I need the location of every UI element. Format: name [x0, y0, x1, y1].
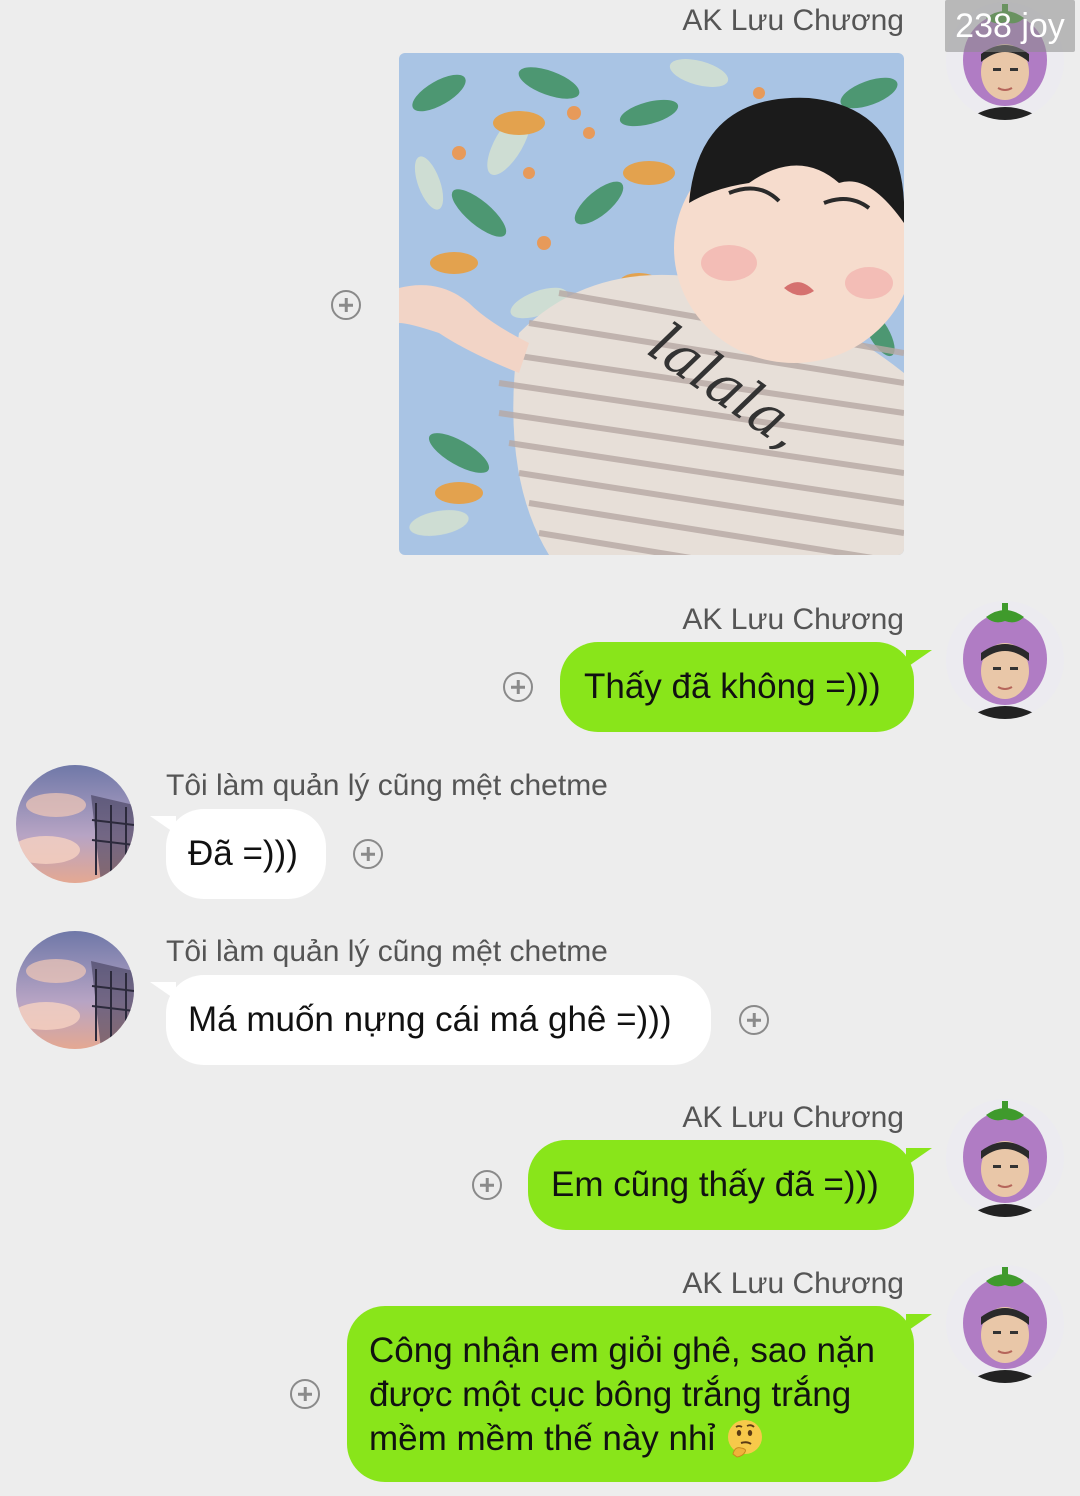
add-reaction-icon[interactable] — [472, 1170, 502, 1200]
message-text-line: mềm mềm thế này nhỉ — [369, 1419, 716, 1458]
message-bubble[interactable]: Công nhận em giỏi ghê, sao nặn được một … — [347, 1306, 914, 1482]
sender-name: AK Lưu Chương — [682, 603, 904, 636]
message-bubble[interactable]: Em cũng thấy đã =))) — [528, 1140, 914, 1230]
add-reaction-icon[interactable] — [503, 672, 533, 702]
eggplant-hat-avatar — [946, 1265, 1064, 1383]
message-text: Đã =))) — [188, 834, 298, 873]
sender-name: AK Lưu Chương — [682, 1101, 904, 1134]
add-reaction-icon[interactable] — [331, 290, 361, 320]
my-avatar[interactable] — [946, 1265, 1064, 1383]
message-bubble[interactable]: Má muốn nựng cái má ghê =))) — [166, 975, 711, 1065]
add-reaction-icon[interactable] — [739, 1005, 769, 1035]
eggplant-hat-avatar — [946, 601, 1064, 719]
thinking-face-icon — [727, 1420, 762, 1458]
message-text-line: được một cục bông trắng trắng — [369, 1375, 852, 1414]
sleeping-baby-image: lalala, — [399, 53, 904, 555]
bubble-tail — [150, 816, 176, 834]
sender-name: Tôi làm quản lý cũng mệt chetme — [166, 769, 608, 802]
message-text-line: Công nhận em giỏi ghê, sao nặn — [369, 1331, 875, 1370]
eggplant-hat-avatar — [946, 1099, 1064, 1217]
sunset-sky-avatar — [16, 931, 134, 1049]
bubble-tail — [906, 1148, 932, 1166]
sender-name: AK Lưu Chương — [682, 1267, 904, 1300]
other-avatar[interactable] — [16, 931, 134, 1049]
bubble-tail — [150, 982, 176, 1000]
message-text: Má muốn nựng cái má ghê =))) — [188, 1000, 672, 1039]
message-text: Thấy đã không =))) — [584, 667, 881, 706]
sender-name: Tôi làm quản lý cũng mệt chetme — [166, 935, 608, 968]
shared-photo[interactable]: lalala, — [399, 53, 904, 555]
watermark-label: 238 joy — [945, 0, 1075, 52]
add-reaction-icon[interactable] — [353, 839, 383, 869]
sunset-sky-avatar — [16, 765, 134, 883]
message-bubble[interactable]: Thấy đã không =))) — [560, 642, 914, 732]
other-avatar[interactable] — [16, 765, 134, 883]
bubble-tail — [906, 650, 932, 668]
sender-name: AK Lưu Chương — [682, 4, 904, 37]
message-bubble[interactable]: Đã =))) — [166, 809, 326, 899]
bubble-tail — [906, 1314, 932, 1332]
message-text: Em cũng thấy đã =))) — [551, 1165, 879, 1204]
my-avatar[interactable] — [946, 1099, 1064, 1217]
my-avatar[interactable] — [946, 601, 1064, 719]
add-reaction-icon[interactable] — [290, 1379, 320, 1409]
